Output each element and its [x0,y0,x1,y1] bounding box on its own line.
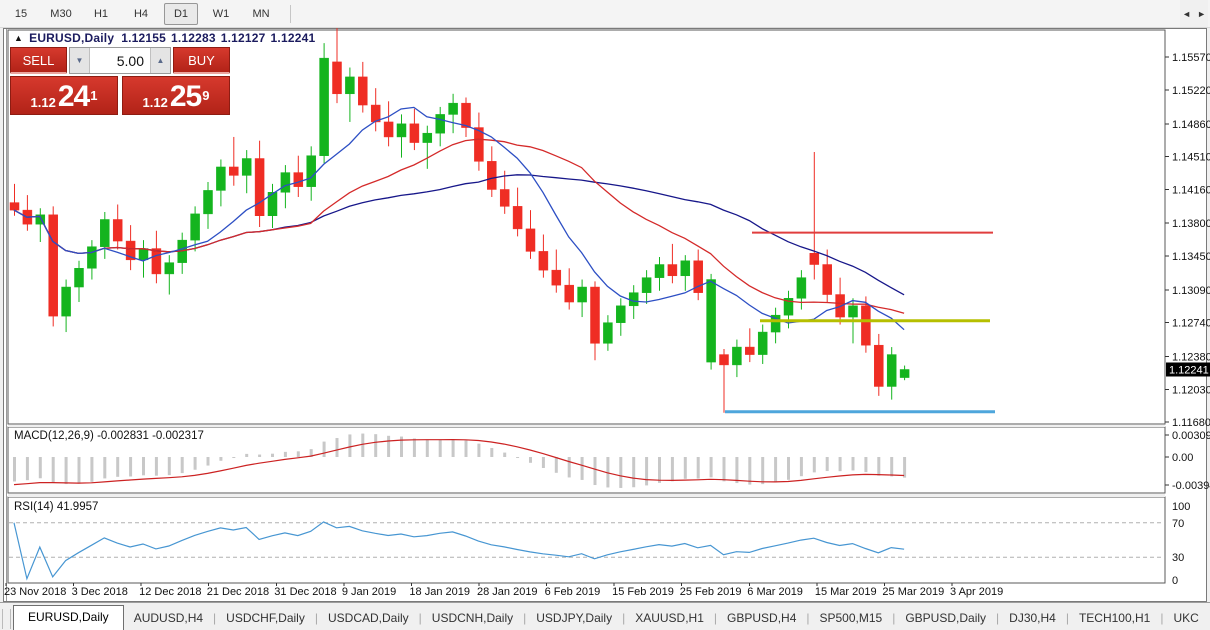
timeframe-button-w1[interactable]: W1 [204,3,238,25]
timeframe-toolbar: 15 M30 H1 H4 D1 W1 MN [0,0,1210,28]
chart-symbol-label: EURUSD,Daily [29,31,114,45]
tab-ukc[interactable]: UKC [1163,607,1208,630]
toolbar-separator [290,5,291,23]
tab-eurusd-daily[interactable]: EURUSD,Daily [13,605,124,630]
timeframe-button-m30[interactable]: M30 [44,3,78,25]
triangle-up-icon: ▲ [157,56,165,65]
buy-price-sup: 9 [202,91,209,101]
tab-usdcnh-daily[interactable]: USDCNH,Daily [422,607,523,630]
sell-button[interactable]: SELL [10,47,67,74]
volume-increase-button[interactable]: ▲ [150,48,170,73]
tab-usdchf-daily[interactable]: USDCHF,Daily [216,607,315,630]
timeframe-button-h4[interactable]: H4 [124,3,158,25]
tab-audusd-h4[interactable]: AUDUSD,H4 [124,607,213,630]
scroll-left-icon[interactable]: ◄ [1182,9,1191,19]
macd-label: MACD(12,26,9) -0.002831 -0.002317 [14,430,204,442]
timeframe-button-h1[interactable]: H1 [84,3,118,25]
tab-xauusd-h1[interactable]: XAUUSD,H1 [625,607,714,630]
collapse-arrow-icon[interactable]: ▲ [14,33,23,43]
tab-tech100-h1[interactable]: TECH100,H1 [1069,607,1160,630]
tab-usdjpy-daily[interactable]: USDJPY,Daily [526,607,622,630]
ohlc-close: 1.12241 [271,31,316,45]
sell-price-big: 24 [58,84,89,110]
timeframe-button-15[interactable]: 15 [4,3,38,25]
tab-dj30-h4[interactable]: DJ30,H4 [999,607,1066,630]
rsi-label: RSI(14) 41.9957 [14,501,98,513]
tab-usdcad-daily[interactable]: USDCAD,Daily [318,607,419,630]
tab-sp500-m15[interactable]: SP500,M15 [810,607,893,630]
buy-button[interactable]: BUY [173,47,230,74]
triangle-down-icon: ▼ [76,56,84,65]
buy-price-panel[interactable]: 1.12 25 9 [122,76,230,115]
chart-title: ▲ EURUSD,Daily 1.12155 1.12283 1.12127 1.1224… [14,31,315,45]
tab-bar-grip [2,609,11,629]
tab-gbpusd-daily[interactable]: GBPUSD,Daily [895,607,996,630]
tab-scroll-arrows: ◄ ► [1180,0,1208,27]
ohlc-high: 1.12283 [171,31,216,45]
buy-price-prefix: 1.12 [143,95,168,110]
volume-decrease-button[interactable]: ▼ [70,48,90,73]
volume-stepper: ▼ 5.00 ▲ [69,47,171,74]
ohlc-low: 1.12127 [221,31,266,45]
scroll-right-icon[interactable]: ► [1197,9,1206,19]
buy-price-big: 25 [170,84,201,110]
window-inner-edge [6,29,7,601]
timeframe-button-d1[interactable]: D1 [164,3,198,25]
one-click-trading-widget: SELL ▼ 5.00 ▲ BUY 1.12 24 1 1.12 25 9 [10,47,230,115]
tab-gbpusd-h4[interactable]: GBPUSD,H4 [717,607,806,630]
timeframe-button-mn[interactable]: MN [244,3,278,25]
chart-tab-bar: EURUSD,DailyAUDUSD,H4|USDCHF,Daily|USDCA… [0,602,1210,630]
sell-price-sup: 1 [90,91,97,101]
volume-input[interactable]: 5.00 [90,48,150,73]
ohlc-open: 1.12155 [121,31,166,45]
sell-price-panel[interactable]: 1.12 24 1 [10,76,118,115]
sell-price-prefix: 1.12 [31,95,56,110]
